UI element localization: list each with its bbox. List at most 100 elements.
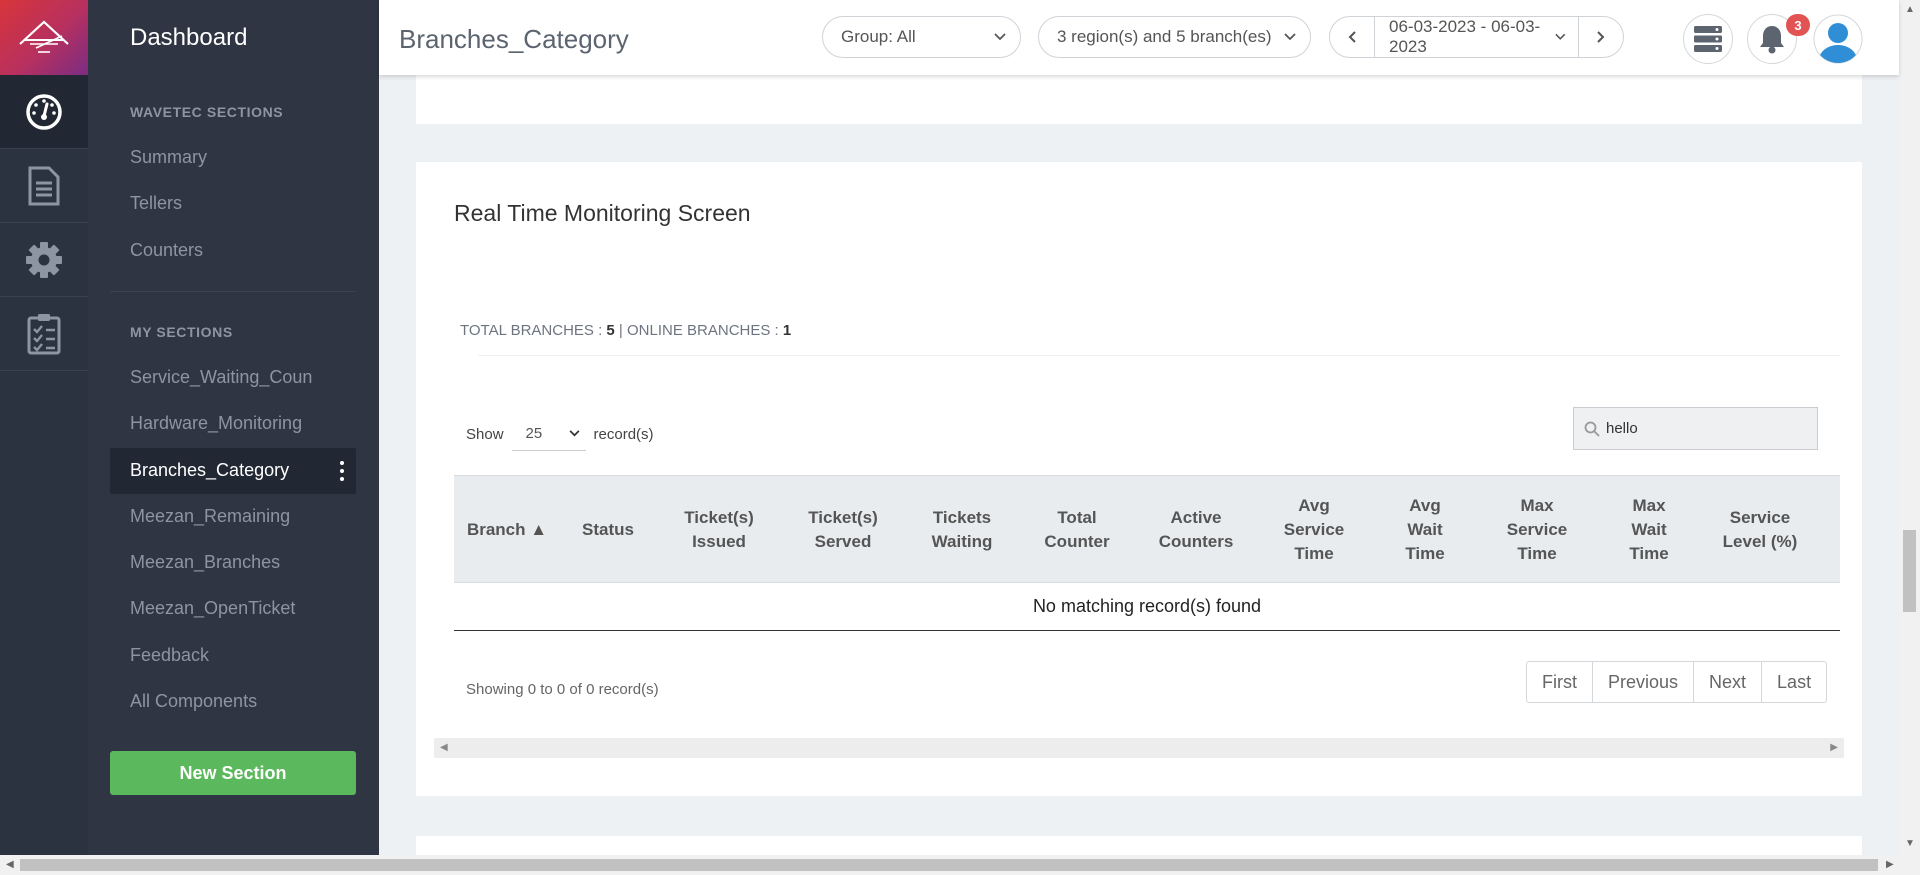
group-filter-value: Group: All	[841, 27, 916, 46]
date-range-picker: 06-03-2023 - 06-03-2023	[1329, 16, 1624, 58]
scroll-right-arrow-icon[interactable]: ▶	[1830, 742, 1838, 753]
region-branch-value: 3 region(s) and 5 branch(es)	[1057, 27, 1272, 46]
search-input[interactable]	[1606, 420, 1806, 437]
column-avg-wait-time[interactable]: Avg Wait Time	[1370, 476, 1480, 584]
scroll-up-arrow-icon[interactable]: ▲	[1905, 4, 1915, 15]
date-range-value: 06-03-2023 - 06-03-2023	[1389, 17, 1541, 56]
server-icon	[1694, 26, 1722, 52]
column-branch[interactable]: Branch ▲	[454, 476, 560, 584]
column-avg-service-time[interactable]: Avg Service Time	[1258, 476, 1370, 584]
notification-badge: 3	[1786, 14, 1810, 36]
icon-rail	[0, 0, 88, 855]
page-horizontal-scrollbar[interactable]: ◀ ▶	[0, 855, 1920, 875]
prev-date-button[interactable]	[1330, 17, 1374, 57]
next-date-button[interactable]	[1579, 17, 1623, 57]
group-filter-select[interactable]: Group: All	[822, 16, 1021, 58]
page-size-select[interactable]: 25	[511, 417, 586, 451]
page-size-value: 25	[525, 425, 543, 442]
column-tickets-served[interactable]: Ticket(s) Served	[782, 476, 904, 584]
rail-tasks[interactable]	[0, 297, 88, 371]
sidebar-item-service-waiting[interactable]: Service_Waiting_Coun	[130, 367, 312, 388]
sidebar-item-counters[interactable]: Counters	[130, 240, 203, 261]
scroll-right-arrow-icon[interactable]: ▶	[1886, 859, 1894, 870]
search-box	[1573, 407, 1818, 450]
scroll-left-arrow-icon[interactable]: ◀	[6, 859, 14, 870]
column-status[interactable]: Status	[560, 476, 656, 584]
logo-icon	[19, 20, 69, 53]
region-branch-select[interactable]: 3 region(s) and 5 branch(es)	[1038, 16, 1311, 58]
empty-table-message: No matching record(s) found	[454, 583, 1840, 631]
new-section-button[interactable]: New Section	[110, 751, 356, 795]
show-label: Show	[466, 425, 504, 443]
sidebar-item-all-components[interactable]: All Components	[130, 691, 257, 712]
rail-dashboard[interactable]	[0, 75, 88, 149]
top-header: Branches_Category Group: All 3 region(s)…	[379, 0, 1899, 75]
sidebar-item-tellers[interactable]: Tellers	[130, 193, 182, 214]
next-page-button[interactable]: Next	[1693, 662, 1761, 702]
search-icon	[1584, 421, 1600, 437]
sidebar-item-meezan-branches[interactable]: Meezan_Branches	[130, 552, 280, 573]
sidebar-item-label: Branches_Category	[130, 460, 290, 480]
sidebar-item-meezan-openticket[interactable]: Meezan_OpenTicket	[130, 598, 295, 619]
online-branches-label: ONLINE BRANCHES :	[627, 322, 783, 339]
sidebar-item-hardware-monitoring[interactable]: Hardware_Monitoring	[130, 413, 302, 434]
chevron-down-icon	[1555, 33, 1566, 40]
sidebar: Dashboard WAVETEC SECTIONS Summary Telle…	[88, 0, 379, 855]
first-page-button[interactable]: First	[1527, 662, 1592, 702]
sidebar-item-meezan-remaining[interactable]: Meezan_Remaining	[130, 506, 290, 527]
bell-icon	[1760, 26, 1784, 54]
card-title: Real Time Monitoring Screen	[454, 200, 751, 226]
column-tickets-waiting[interactable]: Tickets Waiting	[904, 476, 1020, 584]
sidebar-item-feedback[interactable]: Feedback	[130, 645, 209, 666]
rail-reports[interactable]	[0, 149, 88, 223]
table-header: Branch ▲ Status Ticket(s) Issued Ticket(…	[454, 475, 1840, 583]
online-branches-value: 1	[782, 322, 792, 339]
sidebar-section-my: MY SECTIONS	[130, 324, 233, 340]
chevron-down-icon	[1284, 33, 1296, 41]
table-horizontal-scrollbar[interactable]: ◀ ▶	[434, 738, 1844, 758]
sidebar-title: Dashboard	[130, 24, 248, 51]
checklist-icon	[27, 313, 61, 354]
next-card	[416, 836, 1862, 856]
total-branches-label: TOTAL BRANCHES :	[460, 322, 607, 339]
records-info: Showing 0 to 0 of 0 record(s)	[466, 681, 659, 698]
column-tickets-issued[interactable]: Ticket(s) Issued	[656, 476, 782, 584]
page-size-control: Show 25 record(s)	[466, 417, 654, 451]
gear-icon	[26, 241, 62, 278]
app-logo[interactable]	[0, 0, 88, 75]
real-time-monitoring-card: Real Time Monitoring Screen TOTAL BRANCH…	[416, 162, 1862, 796]
scroll-left-arrow-icon[interactable]: ◀	[440, 742, 448, 753]
more-options-icon[interactable]	[340, 461, 344, 481]
chevron-right-icon	[1597, 31, 1605, 43]
user-avatar[interactable]	[1813, 14, 1863, 64]
rail-settings[interactable]	[0, 223, 88, 297]
column-total-counter[interactable]: Total Counter	[1020, 476, 1134, 584]
last-page-button[interactable]: Last	[1761, 662, 1826, 702]
scroll-down-arrow-icon[interactable]: ▼	[1905, 838, 1915, 849]
chevron-left-icon	[1348, 31, 1356, 43]
pagination: First Previous Next Last	[1526, 661, 1828, 703]
sidebar-divider	[110, 291, 356, 292]
sidebar-section-wavetec: WAVETEC SECTIONS	[130, 104, 284, 120]
total-branches-value: 5	[606, 322, 615, 339]
sidebar-item-branches-category[interactable]: Branches_Category	[110, 448, 356, 494]
date-range-select[interactable]: 06-03-2023 - 06-03-2023	[1374, 17, 1579, 57]
user-avatar-icon	[1813, 14, 1863, 64]
column-service-level[interactable]: Service Level (%)	[1704, 476, 1816, 584]
column-active-counters[interactable]: Active Counters	[1134, 476, 1258, 584]
chevron-down-icon	[994, 33, 1006, 41]
document-icon	[28, 166, 60, 205]
dashboard-gauge-icon	[26, 93, 62, 130]
sidebar-item-summary[interactable]: Summary	[130, 147, 207, 168]
totals-separator: |	[614, 322, 627, 339]
column-max-wait-time[interactable]: Max Wait Time	[1594, 476, 1704, 584]
vertical-scroll-thumb[interactable]	[1903, 530, 1916, 612]
page-title: Branches_Category	[399, 24, 629, 54]
branch-totals: TOTAL BRANCHES : 5 | ONLINE BRANCHES : 1	[460, 322, 791, 339]
server-button[interactable]	[1683, 14, 1733, 64]
horizontal-scroll-thumb[interactable]	[20, 859, 1878, 871]
page-vertical-scrollbar[interactable]: ▲ ▼	[1899, 0, 1920, 855]
chevron-down-icon	[569, 430, 580, 437]
previous-page-button[interactable]: Previous	[1592, 662, 1693, 702]
column-max-service-time[interactable]: Max Service Time	[1480, 476, 1594, 584]
